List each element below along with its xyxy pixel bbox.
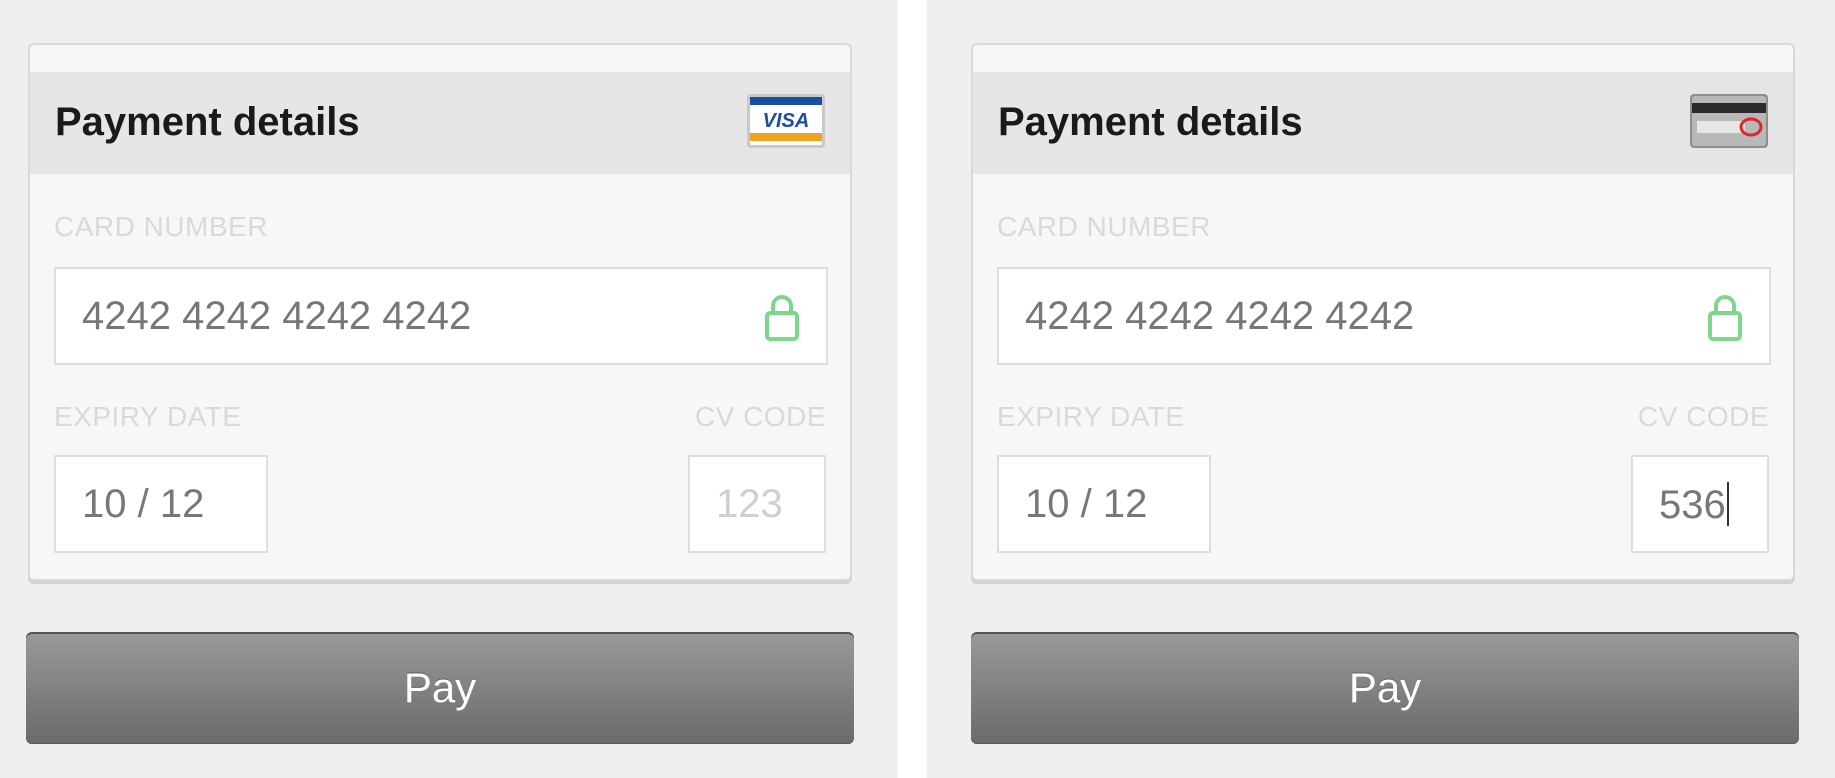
cv-code-value: 536 bbox=[1659, 483, 1726, 527]
pay-button[interactable]: Pay bbox=[26, 632, 854, 744]
payment-card: Payment details VISA CARD NUMBER 4242 42… bbox=[28, 43, 852, 581]
payment-card: Payment details CARD NUMBER 4242 4242 42… bbox=[971, 43, 1795, 581]
panel-title: Payment details bbox=[55, 100, 360, 144]
cv-code-field[interactable]: 123 bbox=[688, 455, 826, 553]
text-caret bbox=[1726, 482, 1729, 526]
expiry-date-label: EXPIRY DATE bbox=[54, 401, 242, 432]
card-number-field[interactable]: 4242 4242 4242 4242 bbox=[997, 267, 1771, 365]
payment-panel-visa: Payment details VISA CARD NUMBER 4242 42… bbox=[0, 0, 898, 778]
card-number-field[interactable]: 4242 4242 4242 4242 bbox=[54, 267, 828, 365]
visa-card-icon: VISA bbox=[747, 94, 825, 148]
pay-button[interactable]: Pay bbox=[971, 632, 1799, 744]
panel-title: Payment details bbox=[998, 100, 1303, 144]
card-back-cvc-icon bbox=[1690, 94, 1768, 148]
card-number-value: 4242 4242 4242 4242 bbox=[82, 294, 472, 338]
card-header: Payment details VISA bbox=[30, 72, 850, 174]
expiry-date-field[interactable]: 10 / 12 bbox=[997, 455, 1211, 553]
expiry-date-value: 10 / 12 bbox=[82, 482, 205, 526]
cv-code-value-wrap: 536 bbox=[1659, 482, 1729, 528]
payment-panel-cvc: Payment details CARD NUMBER 4242 4242 42… bbox=[927, 0, 1835, 778]
svg-text:VISA: VISA bbox=[763, 110, 810, 132]
expiry-date-value: 10 / 12 bbox=[1025, 482, 1148, 526]
cv-code-field[interactable]: 536 bbox=[1631, 455, 1769, 553]
cv-code-label: CV CODE bbox=[1637, 401, 1769, 432]
expiry-date-label: EXPIRY DATE bbox=[997, 401, 1185, 432]
cv-code-placeholder: 123 bbox=[716, 482, 783, 526]
lock-icon bbox=[1708, 295, 1742, 341]
card-number-value: 4242 4242 4242 4242 bbox=[1025, 294, 1415, 338]
card-number-label: CARD NUMBER bbox=[997, 211, 1211, 242]
cv-code-label: CV CODE bbox=[694, 401, 826, 432]
card-header: Payment details bbox=[973, 72, 1793, 174]
card-number-label: CARD NUMBER bbox=[54, 211, 268, 242]
lock-icon bbox=[765, 295, 799, 341]
expiry-date-field[interactable]: 10 / 12 bbox=[54, 455, 268, 553]
